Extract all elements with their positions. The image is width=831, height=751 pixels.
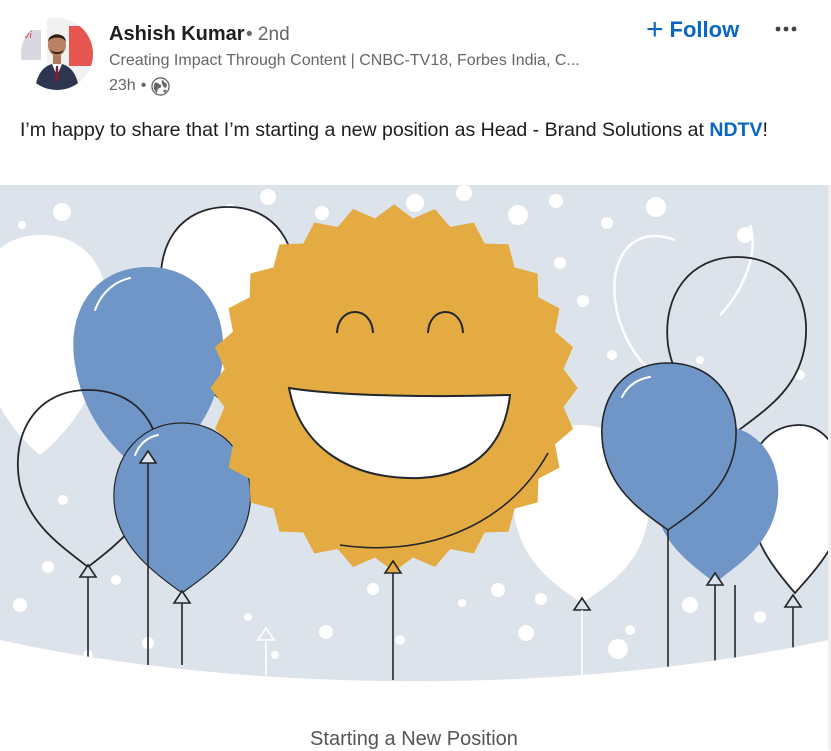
author-headline: Creating Impact Through Content | CNBC-T… xyxy=(109,52,580,69)
plus-icon: + xyxy=(646,13,664,46)
author-name[interactable]: Ashish Kumar xyxy=(109,23,245,46)
company-mention-link[interactable]: NDTV xyxy=(709,119,762,141)
post-text-after: ! xyxy=(762,119,768,141)
follow-label: Follow xyxy=(669,17,740,42)
connection-degree: • 2nd xyxy=(246,24,290,45)
more-options-button[interactable] xyxy=(766,14,806,44)
meta-separator: • xyxy=(140,77,147,94)
celebration-illustration xyxy=(0,185,828,685)
follow-button[interactable]: + Follow xyxy=(640,14,745,46)
feed-post-card: vi Ashish Kumar • 2nd Creating Impact Th… xyxy=(0,0,831,750)
avatar[interactable]: vi xyxy=(21,18,93,90)
post-time: 23h xyxy=(109,77,136,94)
svg-text:vi: vi xyxy=(24,31,32,41)
globe-icon xyxy=(151,76,171,96)
post-text-before: I’m happy to share that I’m starting a n… xyxy=(20,119,710,141)
post-meta: 23h • xyxy=(109,75,171,97)
post-body: I’m happy to share that I’m starting a n… xyxy=(20,116,780,145)
banner-caption: Starting a New Position xyxy=(310,728,518,750)
celebration-banner-image[interactable] xyxy=(0,185,828,685)
more-horizontal-icon xyxy=(775,26,797,32)
avatar-photo: vi xyxy=(21,18,93,90)
